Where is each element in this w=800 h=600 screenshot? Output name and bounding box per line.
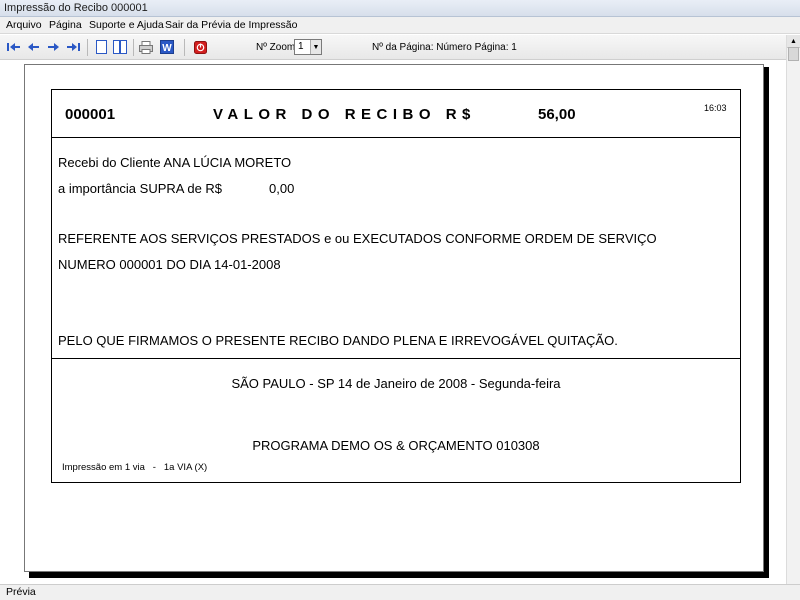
toolbar-separator: [87, 39, 88, 56]
print-icon[interactable]: [138, 39, 154, 55]
reference-line-2: NUMERO 000001 DO DIA 14-01-2008: [58, 257, 281, 272]
close-preview-icon[interactable]: [192, 39, 208, 55]
window-title: Impressão do Recibo 000001: [0, 0, 800, 17]
two-pages-icon[interactable]: [112, 39, 128, 55]
single-page-icon[interactable]: [93, 39, 109, 55]
zoom-label: Nº Zoom: [256, 42, 296, 53]
receipt-title: VALOR DO RECIBO R$: [213, 106, 476, 123]
preview-area: 000001 VALOR DO RECIBO R$ 56,00 16:03 Re…: [0, 61, 786, 584]
amount-line: a importância SUPRA de R$: [58, 181, 223, 196]
status-bar: Prévia: [0, 584, 800, 600]
receipt-number: 000001: [65, 106, 116, 123]
word-export-icon[interactable]: W: [159, 39, 175, 55]
menu-pagina[interactable]: Página: [49, 19, 82, 31]
prev-page-icon[interactable]: [26, 39, 42, 55]
receipt-time: 16:03: [704, 103, 727, 113]
receipt-body: Recebi do Cliente ANA LÚCIA MORETO a imp…: [52, 139, 740, 359]
quitation-line: PELO QUE FIRMAMOS O PRESENTE RECIBO DAND…: [58, 333, 618, 348]
menu-arquivo[interactable]: Arquivo: [6, 19, 42, 31]
receipt-value: 56,00: [538, 106, 576, 123]
menu-sair-previa[interactable]: Sair da Prévia de Impressão: [165, 19, 297, 31]
svg-text:W: W: [162, 43, 172, 54]
chevron-down-icon[interactable]: ▼: [310, 40, 321, 54]
place-date: SÃO PAULO - SP 14 de Janeiro de 2008 - S…: [231, 376, 561, 391]
preview-page: 000001 VALOR DO RECIBO R$ 56,00 16:03 Re…: [24, 64, 764, 572]
menu-bar: Arquivo Página Suporte e Ajuda Sair da P…: [0, 17, 800, 34]
client-line: Recebi do Cliente ANA LÚCIA MORETO: [58, 155, 292, 170]
amount-value: 0,00: [269, 181, 295, 196]
menu-suporte[interactable]: Suporte e Ajuda: [89, 19, 164, 31]
copy-info: Impressão em 1 via - 1a VIA (X): [62, 462, 208, 473]
receipt: 000001 VALOR DO RECIBO R$ 56,00 16:03 Re…: [51, 89, 741, 483]
program-name: PROGRAMA DEMO OS & ORÇAMENTO 010308: [252, 438, 540, 453]
next-page-icon[interactable]: [46, 39, 62, 55]
receipt-header: 000001 VALOR DO RECIBO R$ 56,00 16:03: [52, 90, 740, 138]
receipt-footer: SÃO PAULO - SP 14 de Janeiro de 2008 - S…: [52, 360, 740, 483]
toolbar-separator: [133, 39, 134, 56]
first-page-icon[interactable]: [6, 39, 22, 55]
last-page-icon[interactable]: [66, 39, 82, 55]
zoom-select[interactable]: 1 ▼: [294, 39, 322, 55]
reference-line-1: REFERENTE AOS SERVIÇOS PRESTADOS e ou EX…: [58, 231, 657, 246]
toolbar: W Nº Zoom 1 ▼ Nº da Página: Número Págin…: [0, 35, 800, 60]
page-info: Nº da Página: Número Página: 1: [372, 42, 517, 53]
vertical-scrollbar[interactable]: ▲: [786, 35, 800, 584]
zoom-value: 1: [298, 41, 304, 52]
toolbar-separator: [184, 39, 185, 56]
scroll-thumb[interactable]: [788, 47, 799, 61]
